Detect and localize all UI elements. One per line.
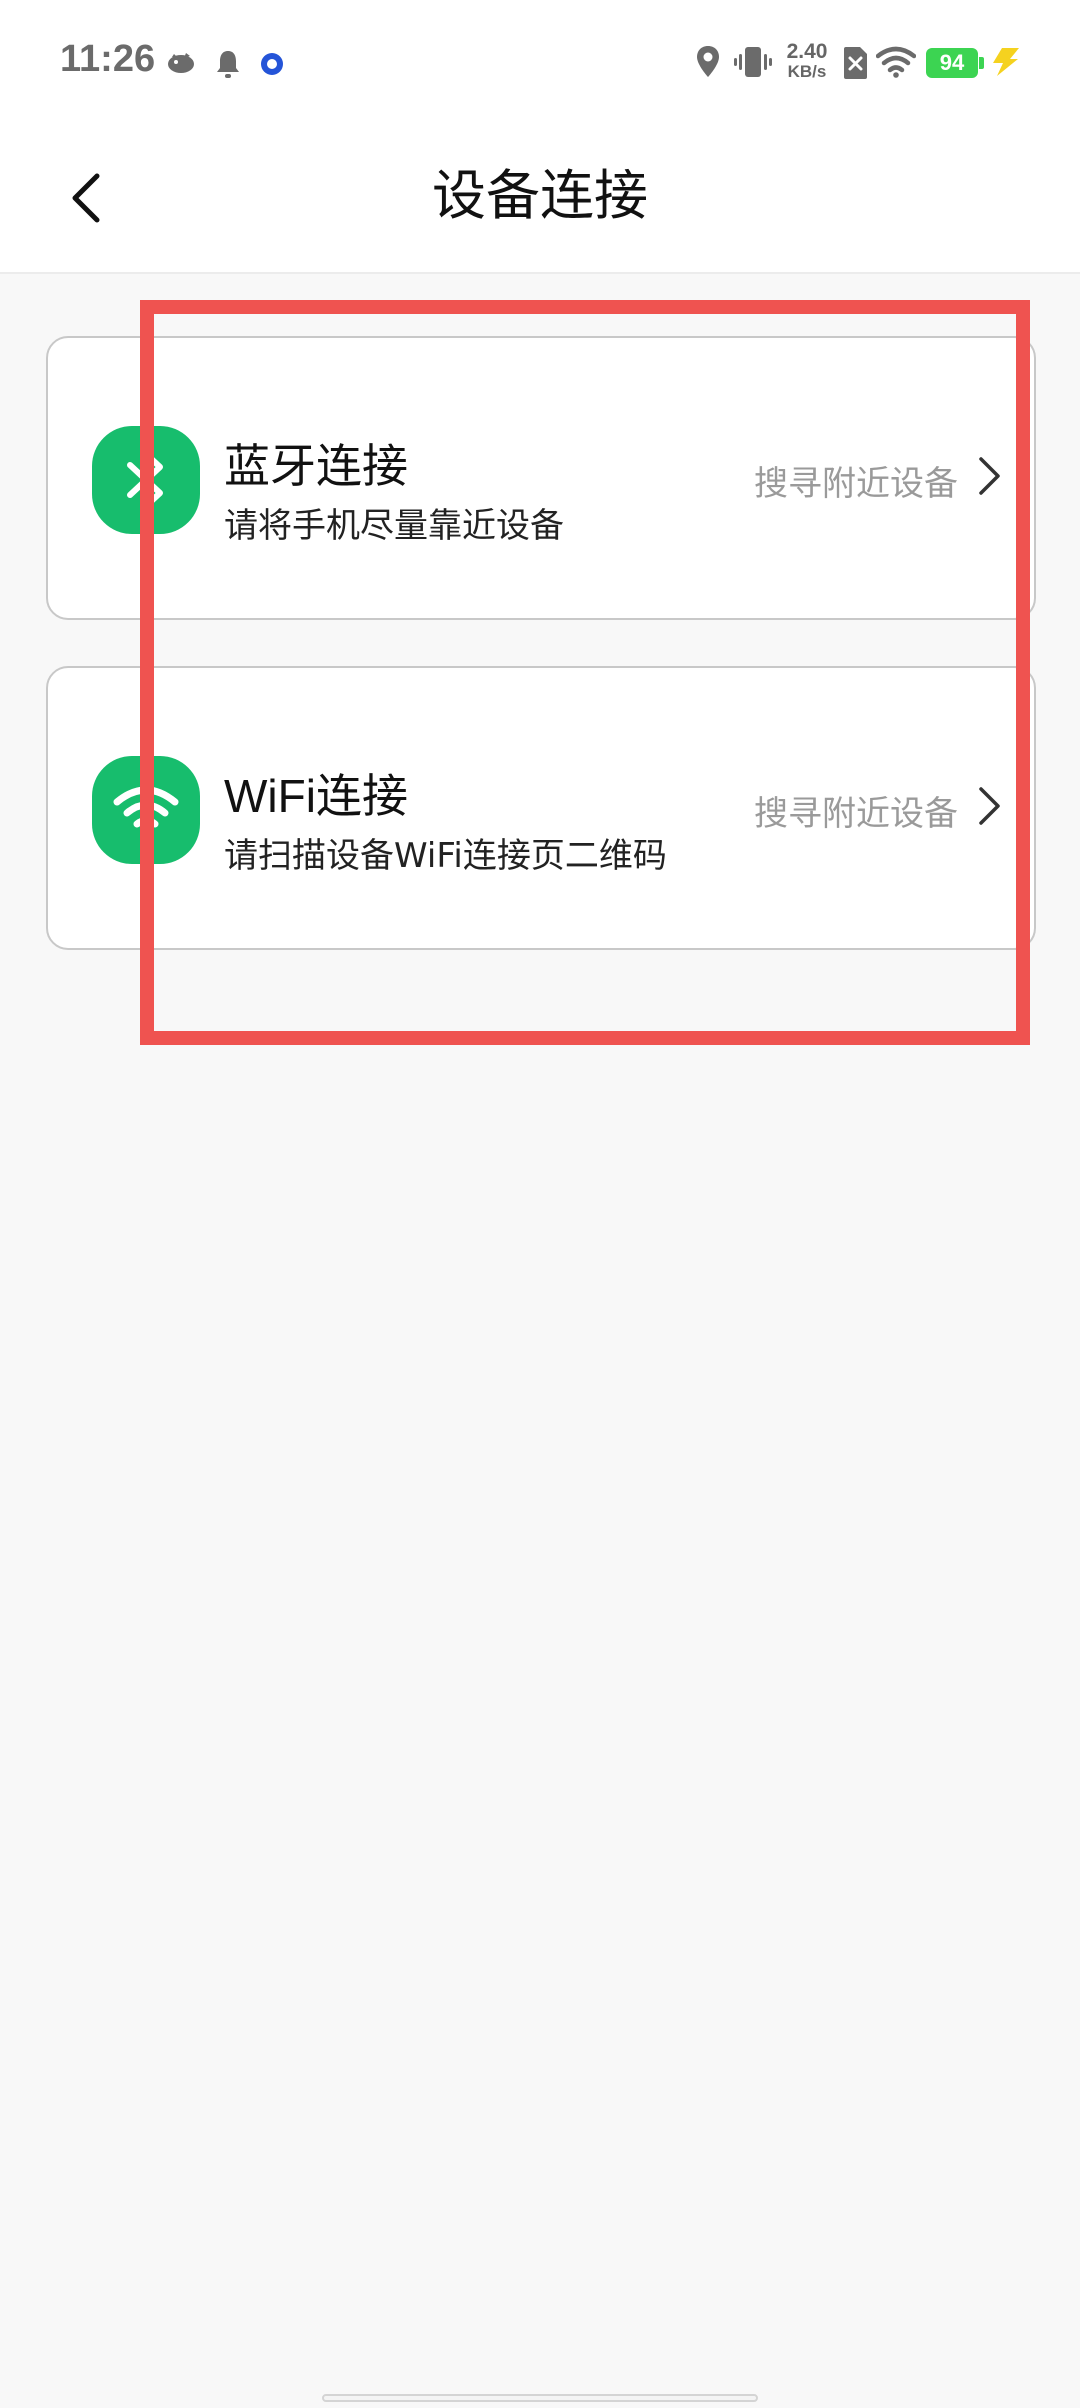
card-subtitle: 请扫描设备WiFi连接页二维码: [224, 836, 667, 876]
charging-icon: [993, 48, 1019, 76]
home-indicator[interactable]: [322, 2394, 758, 2402]
bell-icon: [217, 51, 239, 78]
wifi-icon: [113, 786, 179, 838]
card-subtitle: 请将手机尽量靠近设备: [224, 506, 564, 546]
card-title: WiFi连接: [224, 770, 408, 822]
app-dot-icon: [261, 53, 283, 75]
bluetooth-icon-badge: [92, 426, 200, 534]
network-speed-value: 2.40: [786, 40, 828, 63]
bluetooth-connection-card[interactable]: 蓝牙连接 请将手机尽量靠近设备 搜寻附近设备: [46, 336, 1036, 620]
network-speed: 2.40 KB/s: [780, 40, 834, 82]
search-nearby-devices-link[interactable]: 搜寻附近设备: [754, 456, 958, 505]
wifi-connection-card[interactable]: WiFi连接 请扫描设备WiFi连接页二维码 搜寻附近设备: [46, 666, 1036, 950]
card-title: 蓝牙连接: [224, 440, 408, 492]
network-speed-unit: KB/s: [787, 62, 827, 81]
wifi-icon-badge: [92, 756, 200, 864]
status-time: 11:26: [60, 38, 156, 80]
sim-x-icon: [844, 47, 867, 79]
status-bar: 11:26 2.40 KB/s 94: [0, 0, 1080, 128]
bluetooth-icon: [127, 450, 163, 510]
search-nearby-devices-link[interactable]: 搜寻附近设备: [754, 786, 958, 835]
nav-bar: 设备连接: [0, 128, 1080, 274]
chevron-right-icon: [979, 457, 1000, 495]
location-icon: [697, 46, 719, 77]
battery-icon: 94: [926, 48, 978, 78]
chevron-right-icon: [979, 787, 1000, 825]
wifi-icon: [876, 46, 916, 78]
battery-tip: [979, 57, 984, 69]
vibrate-icon: [734, 47, 772, 77]
page-title: 设备连接: [432, 164, 648, 227]
fish-icon: [168, 53, 194, 73]
